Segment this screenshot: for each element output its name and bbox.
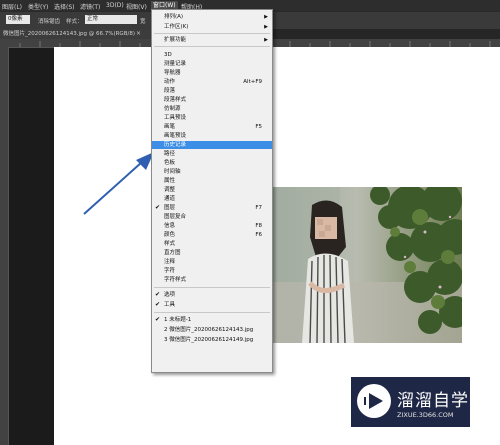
watermark-title: 溜溜自学 bbox=[397, 391, 469, 411]
style-label: 样式： bbox=[66, 19, 83, 25]
watermark-url: ZIXUE.3D66.COM bbox=[397, 411, 454, 419]
menu-item-history[interactable]: 历史记录 bbox=[152, 141, 272, 149]
menu-item-swatches[interactable]: 色板 bbox=[152, 159, 272, 167]
menu-item-properties[interactable]: 属性 bbox=[152, 177, 272, 185]
menu-item-actions[interactable]: 动作 Alt+F9 bbox=[152, 78, 272, 86]
menu-item-3d[interactable]: 3D bbox=[152, 51, 272, 59]
check-icon: ✔ bbox=[155, 291, 161, 298]
menu-layer[interactable]: 图层(L) bbox=[2, 2, 22, 11]
menu-item-paths[interactable]: 路径 bbox=[152, 150, 272, 158]
menu-item-character[interactable]: 字符 bbox=[152, 267, 272, 275]
menu-item-adjustments[interactable]: 调整 bbox=[152, 186, 272, 194]
menu-separator bbox=[154, 33, 270, 34]
check-icon: ✔ bbox=[155, 204, 161, 211]
menu-item-color[interactable]: 颜色 F6 bbox=[152, 231, 272, 239]
window-menu-dropdown: 排列(A) ▶ 工作区(K) ▶ 扩展功能 ▶ 3D 测量记录 导航器 动作 Alt+F… bbox=[151, 9, 273, 373]
menu-item-doc-3[interactable]: 3 微信图片_20200626124149.jpg bbox=[152, 336, 272, 344]
document-tab[interactable]: 微信图片_20200626124143.jpg @ 66.7%(RGB/8) bbox=[0, 29, 153, 39]
style-select[interactable]: 正常 bbox=[85, 15, 137, 24]
check-icon: ✔ bbox=[155, 301, 161, 308]
menu-item-timeline[interactable]: 时间轴 bbox=[152, 168, 272, 176]
menu-item-doc-1[interactable]: ✔ 1 未标题-1 bbox=[152, 316, 272, 324]
menu-separator bbox=[154, 46, 270, 47]
menu-view[interactable]: 视图(V) bbox=[126, 2, 147, 11]
menu-item-options[interactable]: ✔ 选项 bbox=[152, 291, 272, 299]
feather-input[interactable]: 0像素 bbox=[6, 15, 30, 24]
menu-item-channels[interactable]: 通道 bbox=[152, 195, 272, 203]
menu-type[interactable]: 类型(Y) bbox=[28, 2, 48, 11]
width-label: 宽 bbox=[140, 19, 146, 25]
menu-select[interactable]: 选择(S) bbox=[54, 2, 75, 11]
menu-item-tools[interactable]: ✔ 工具 bbox=[152, 301, 272, 309]
check-icon: ✔ bbox=[155, 316, 161, 323]
arrow-annotation bbox=[83, 152, 154, 215]
menu-item-styles[interactable]: 样式 bbox=[152, 240, 272, 248]
menu-item-brush[interactable]: 画笔 F5 bbox=[152, 123, 272, 131]
menu-item-measurement-log[interactable]: 测量记录 bbox=[152, 60, 272, 68]
photo-image bbox=[270, 187, 462, 343]
menu-separator bbox=[154, 287, 270, 288]
menu-item-navigator[interactable]: 导航器 bbox=[152, 69, 272, 77]
menu-item-brush-presets[interactable]: 画笔预设 bbox=[152, 132, 272, 140]
tab-close-icon[interactable]: × bbox=[136, 29, 141, 39]
anti-alias-checkbox-label[interactable]: 消除锯齿 bbox=[38, 17, 60, 25]
menu-item-tool-presets[interactable]: 工具预设 bbox=[152, 114, 272, 122]
menu-item-extensions[interactable]: 扩展功能 ▶ bbox=[152, 36, 272, 44]
ruler-vertical bbox=[0, 47, 9, 445]
menu-item-doc-2[interactable]: 2 微信图片_20200626124143.jpg bbox=[152, 326, 272, 334]
menu-item-info[interactable]: 信息 F8 bbox=[152, 222, 272, 230]
play-logo-icon bbox=[357, 384, 391, 418]
menu-item-workspace[interactable]: 工作区(K) ▶ bbox=[152, 23, 272, 31]
menu-3d[interactable]: 3D(D) bbox=[106, 2, 124, 9]
menu-item-character-styles[interactable]: 字符样式 bbox=[152, 276, 272, 284]
menu-item-notes[interactable]: 注释 bbox=[152, 258, 272, 266]
menu-separator bbox=[154, 312, 270, 313]
watermark-logo: 溜溜自学 ZIXUE.3D66.COM bbox=[351, 377, 470, 427]
menu-item-arrange[interactable]: 排列(A) ▶ bbox=[152, 13, 272, 21]
menu-item-paragraph[interactable]: 段落 bbox=[152, 87, 272, 95]
menu-item-histogram[interactable]: 直方图 bbox=[152, 249, 272, 257]
menu-item-layers[interactable]: ✔ 图层 F7 bbox=[152, 204, 272, 212]
menu-item-layer-comps[interactable]: 图层复合 bbox=[152, 213, 272, 221]
menu-item-paragraph-styles[interactable]: 段落样式 bbox=[152, 96, 272, 104]
menu-item-clone-source[interactable]: 仿制源 bbox=[152, 105, 272, 113]
menu-filter[interactable]: 滤镜(T) bbox=[80, 2, 100, 11]
